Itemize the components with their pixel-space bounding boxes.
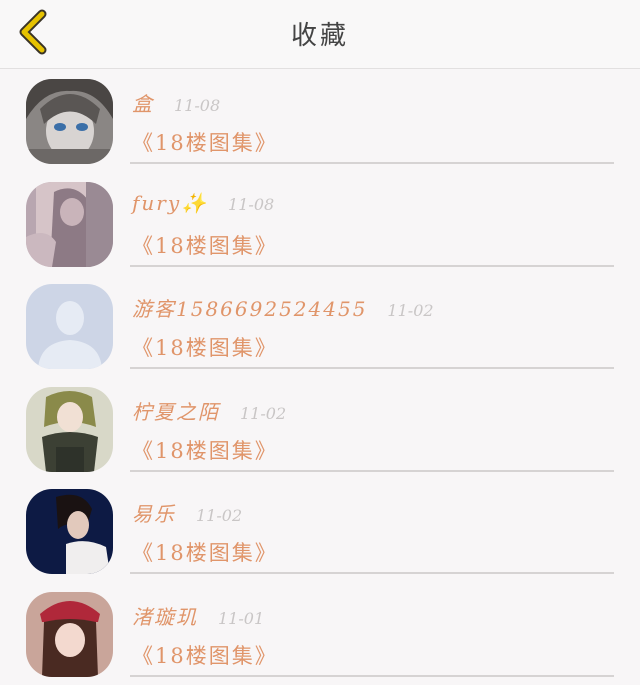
item-header: 柠夏之陌 11-02 xyxy=(132,396,286,426)
item-header: 游客1586692524455 11-02 xyxy=(132,293,434,323)
favorites-list: 盒 11-08 《18楼图集》 fury✨ 11-08 《18楼图集》 xyxy=(0,70,640,685)
work-link[interactable]: 《18楼图集》 xyxy=(132,537,278,567)
default-user-icon xyxy=(26,284,113,369)
anime-girl-avatar-icon xyxy=(26,79,113,164)
list-item[interactable]: 柠夏之陌 11-02 《18楼图集》 xyxy=(0,378,640,481)
item-header: 渚璇玑 11-01 xyxy=(132,601,264,631)
item-date: 11-01 xyxy=(218,609,264,628)
work-link[interactable]: 《18楼图集》 xyxy=(132,332,278,362)
avatar[interactable] xyxy=(26,284,113,369)
list-item[interactable]: fury✨ 11-08 《18楼图集》 xyxy=(0,173,640,276)
avatar[interactable] xyxy=(26,592,113,677)
divider xyxy=(130,367,614,369)
user-name[interactable]: fury✨ xyxy=(132,191,208,215)
item-header: fury✨ 11-08 xyxy=(132,191,274,221)
avatar[interactable] xyxy=(26,489,113,574)
item-date: 11-08 xyxy=(228,195,274,214)
avatar[interactable] xyxy=(26,79,113,164)
item-header: 盒 11-08 xyxy=(132,88,220,118)
divider xyxy=(130,572,614,574)
boy-avatar-icon xyxy=(26,489,113,574)
list-item[interactable]: 盒 11-08 《18楼图集》 xyxy=(0,70,640,173)
user-name[interactable]: 柠夏之陌 xyxy=(132,396,220,425)
item-date: 11-02 xyxy=(240,404,286,423)
item-date: 11-02 xyxy=(387,301,433,320)
divider xyxy=(130,162,614,164)
work-link[interactable]: 《18楼图集》 xyxy=(132,435,278,465)
item-date: 11-02 xyxy=(196,506,242,525)
divider xyxy=(130,265,614,267)
page-title: 收藏 xyxy=(0,15,640,52)
list-item[interactable]: 渚璇玑 11-01 《18楼图集》 xyxy=(0,583,640,685)
avatar[interactable] xyxy=(26,387,113,472)
divider xyxy=(130,470,614,472)
app-header: 收藏 xyxy=(0,0,640,69)
item-date: 11-08 xyxy=(174,96,220,115)
list-item[interactable]: 游客1586692524455 11-02 《18楼图集》 xyxy=(0,275,640,378)
anime-girl-avatar-icon xyxy=(26,387,113,472)
divider xyxy=(130,675,614,677)
anime-girl-avatar-icon xyxy=(26,182,113,267)
list-item[interactable]: 易乐 11-02 《18楼图集》 xyxy=(0,480,640,583)
user-name[interactable]: 易乐 xyxy=(132,498,176,527)
item-header: 易乐 11-02 xyxy=(132,498,242,528)
girl-avatar-icon xyxy=(26,592,113,677)
work-link[interactable]: 《18楼图集》 xyxy=(132,127,278,157)
user-name[interactable]: 游客1586692524455 xyxy=(132,293,367,322)
avatar[interactable] xyxy=(26,182,113,267)
work-link[interactable]: 《18楼图集》 xyxy=(132,230,278,260)
work-link[interactable]: 《18楼图集》 xyxy=(132,640,278,670)
user-name[interactable]: 渚璇玑 xyxy=(132,601,198,630)
user-name[interactable]: 盒 xyxy=(132,88,154,117)
